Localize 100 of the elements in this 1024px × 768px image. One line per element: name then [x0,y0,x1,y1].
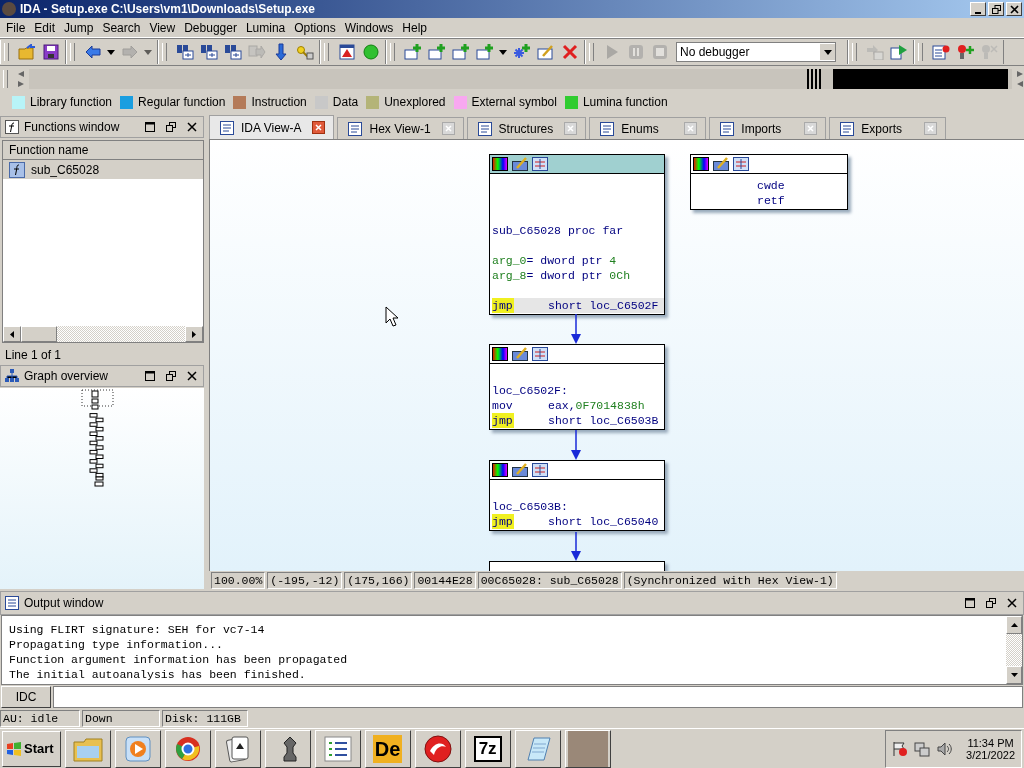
debugger-select[interactable]: No debugger [676,42,836,62]
close-icon[interactable] [1007,598,1017,608]
breakpoint-list-icon [931,44,950,60]
edit-icon[interactable] [512,463,528,477]
taskbar-app[interactable] [264,729,311,768]
menu-item[interactable]: File [2,20,31,35]
status-field: (Synchronized with Hex View-1) [623,571,837,589]
binoculars-icon [175,44,194,60]
media-player-icon [124,735,151,762]
tab[interactable]: IDA View-A [209,115,335,139]
function-name: sub_C65028 [31,162,100,177]
taskbar-app[interactable] [514,729,561,768]
app-logo: 7z [473,735,502,762]
restore-icon[interactable] [166,122,176,132]
menu-item[interactable]: Help [398,20,432,35]
menu-item[interactable]: Options [290,20,341,35]
edit-icon[interactable] [512,157,528,171]
scroll-arrows-icon[interactable] [17,69,25,88]
taskbar-app[interactable] [214,729,261,768]
close-icon[interactable] [187,122,197,132]
menu-item[interactable]: Windows [340,20,399,35]
flag-icon[interactable] [892,740,909,757]
tab[interactable]: Exports [829,117,947,139]
taskbar-app[interactable]: De [364,729,411,768]
graph-canvas[interactable]: sub_C65028 proc far arg_0= dword ptr 4 arg_8= dword ptr 0Ch jmp short loc_C6502F cwde retf loc_C6502F: mov eax,0F7014838h jmp short loc_C6503B loc_C6503B: jmp short loc_C65040 [209,140,1024,571]
clock-date[interactable]: 3/21/2022 [966,748,1015,761]
taskbar-app[interactable] [314,729,361,768]
graph-node[interactable]: loc_C6503B: jmp short loc_C65040 [489,460,665,531]
code-label: sub_C65028 proc far [492,223,625,238]
node-header[interactable] [490,461,664,480]
scroll-arrows-icon[interactable] [1016,69,1024,88]
taskbar-app[interactable] [64,729,111,768]
tab[interactable]: Imports [709,117,827,139]
tab[interactable]: Structures [466,117,587,139]
folder-icon [72,735,103,762]
restore-icon[interactable] [986,598,996,608]
code-line: cwde [756,178,786,193]
close-icon[interactable] [312,121,326,134]
edit-icon[interactable] [713,157,729,171]
add-icon [427,44,446,60]
menu-item[interactable]: Lumina [241,20,291,35]
graph-node[interactable]: sub_C65028 proc far arg_0= dword ptr 4 arg_8= dword ptr 0Ch jmp short loc_C6502F [489,154,665,315]
restore-icon[interactable] [166,371,176,381]
start-button[interactable]: Start [2,730,61,767]
taskbar-app[interactable] [164,729,211,768]
windows-flag-icon [6,741,22,756]
tab[interactable]: Hex View-1 [337,117,464,139]
legend-label: Regular function [138,95,226,109]
menu-item[interactable]: Debugger [180,20,242,35]
delete-icon [561,44,578,60]
status-field: 00144E28 [414,571,476,589]
taskbar-app[interactable] [114,729,161,768]
graph-node[interactable]: loc_C6502F: mov eax,0F7014838h jmp short loc_C6503B [489,344,665,430]
browser-icon [174,735,201,762]
color-palette-icon[interactable] [492,463,508,477]
taskbar-app[interactable]: 7z [464,729,511,768]
tab[interactable]: Enums [589,117,707,139]
add-icon [475,44,494,60]
code-line: retf [756,193,786,208]
graph-layout-icon[interactable] [733,157,749,171]
clock-time[interactable]: 11:34 PM [967,736,1014,749]
vertical-scrollbar[interactable] [1006,616,1022,684]
warning-icon [338,44,355,60]
color-palette-icon[interactable] [492,157,508,171]
command-input[interactable] [53,686,1023,708]
navigation-band[interactable] [29,68,1012,89]
line-count: Line 1 of 1 [4,347,63,364]
graph-node[interactable]: cwde retf [690,154,848,210]
speaker-icon[interactable] [936,740,953,757]
taskbar-app[interactable] [414,729,461,768]
menu-item[interactable]: View [145,20,181,35]
column-header[interactable]: Function name [3,141,203,160]
node-header[interactable] [490,345,664,364]
legend-label: Library function [30,95,113,109]
network-icon[interactable] [914,740,931,757]
scroll-down-icon [1010,673,1018,677]
close-button[interactable] [1006,2,1022,16]
edit-icon[interactable] [512,347,528,361]
node-header[interactable] [691,155,847,174]
graph-layout-icon[interactable] [532,157,548,171]
color-palette-icon[interactable] [693,157,709,171]
graph-layout-icon[interactable] [532,463,548,477]
function-row[interactable]: sub_C65028 [3,160,203,179]
restore-button[interactable] [988,2,1004,16]
graph-layout-icon[interactable] [532,347,548,361]
maximize-icon[interactable] [145,371,155,381]
taskbar-app[interactable] [564,729,611,768]
menu-item[interactable]: Jump [60,20,99,35]
circle-icon [362,44,379,60]
maximize-icon[interactable] [145,122,155,132]
horizontal-scrollbar[interactable] [3,325,203,342]
maximize-icon[interactable] [965,598,975,608]
color-palette-icon[interactable] [492,347,508,361]
menu-item[interactable]: Edit [30,20,61,35]
close-icon[interactable] [187,371,197,381]
language-button[interactable]: IDC [1,686,51,708]
minimize-button[interactable] [970,2,986,16]
node-header[interactable] [490,155,664,174]
code-line: jmp short loc_C6503B [492,413,660,428]
menu-item[interactable]: Search [98,20,146,35]
